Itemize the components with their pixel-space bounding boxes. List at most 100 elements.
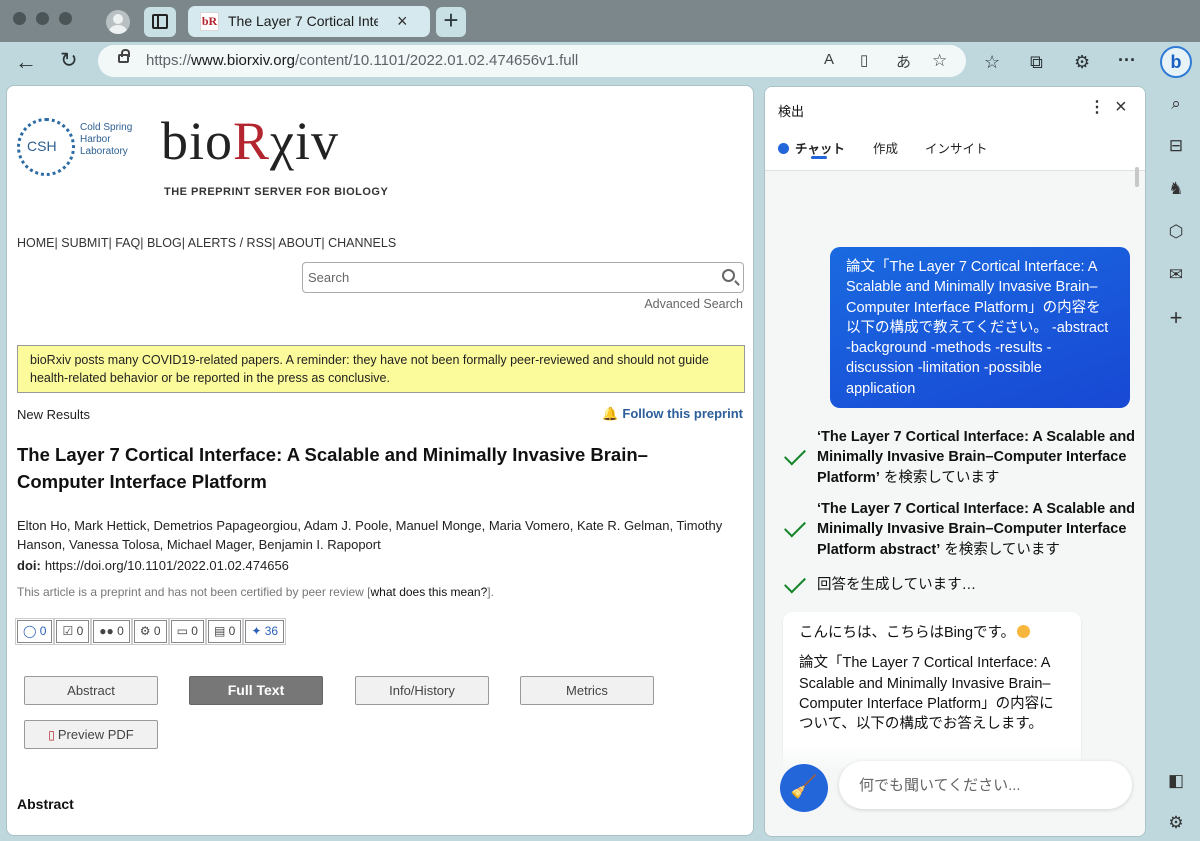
bing-chat-panel: 検出 ⋮ × チャット 作成 インサイト 論文「The Layer 7 Cort… — [764, 86, 1146, 837]
chat-header: 検出 ⋮ × チャット 作成 インサイト — [765, 87, 1145, 171]
gears-metric[interactable]: ⚙ 0 — [131, 618, 169, 645]
lock-icon[interactable] — [118, 49, 130, 63]
outlook-icon[interactable]: ✉ — [1164, 263, 1188, 287]
window-titlebar: bR The Layer 7 Cortical Interface: A Sca… — [0, 0, 1200, 42]
check-icon — [784, 443, 806, 466]
translate-icon[interactable]: あ — [896, 51, 911, 72]
close-window-button[interactable] — [13, 12, 26, 25]
user-message: 論文「The Layer 7 Cortical Interface: A Sca… — [830, 247, 1130, 408]
users-metric[interactable]: ●● 0 — [91, 618, 132, 645]
url-text[interactable]: https://www.biorxiv.org/content/10.1101/… — [146, 52, 578, 69]
search-input[interactable]: Search — [302, 262, 744, 293]
chat-scrollbar[interactable] — [1135, 167, 1139, 187]
extensions-icon[interactable]: ⚙ — [1074, 52, 1090, 72]
users-icon: ●● — [99, 624, 114, 638]
preprint-note: This article is a preprint and has not b… — [17, 585, 494, 599]
back-icon[interactable]: ← — [15, 51, 37, 73]
abstract-heading: Abstract — [17, 796, 74, 812]
tab-abstract[interactable]: Abstract — [24, 676, 158, 705]
advanced-search-link[interactable]: Advanced Search — [644, 297, 743, 311]
generating-step: 回答を生成しています… — [817, 577, 977, 593]
biorxiv-logo[interactable]: bioRχiv — [161, 110, 339, 172]
search-icon[interactable]: ⌕ — [1164, 92, 1188, 116]
favorites-icon[interactable]: ☆ — [984, 52, 1000, 72]
twitter-metric[interactable]: ✦ 36 — [243, 618, 287, 645]
tab-chat[interactable]: チャット — [778, 138, 845, 157]
games-icon[interactable]: ♞ — [1164, 177, 1188, 201]
comments-metric[interactable]: ◯ 0 — [14, 618, 55, 645]
tab-full-text[interactable]: Full Text — [189, 676, 323, 705]
article-title: The Layer 7 Cortical Interface: A Scalab… — [17, 444, 648, 492]
tab-info-history[interactable]: Info/History — [355, 676, 489, 705]
active-tab-indicator — [811, 156, 827, 159]
more-icon[interactable]: ⋮ — [1089, 97, 1105, 117]
immersive-reader-icon[interactable]: ▯ — [860, 51, 868, 69]
tab-actions-icon — [152, 14, 168, 29]
minimize-window-button[interactable] — [36, 12, 49, 25]
reload-icon[interactable]: ↻ — [60, 50, 78, 71]
chat-input[interactable]: 何でも聞いてください... — [839, 761, 1132, 809]
browser-toolbar: ← ↻ https://www.biorxiv.org/content/10.1… — [0, 42, 1200, 84]
covid-notice: bioRxiv posts many COVID19-related paper… — [17, 345, 745, 393]
close-icon[interactable]: × — [1115, 96, 1127, 119]
bot-greeting: こんにちは、こちらはBingです。 — [799, 623, 1065, 643]
nav-submit[interactable]: SUBMIT — [61, 236, 108, 250]
film-metric[interactable]: ▤ 0 — [205, 618, 244, 645]
nav-channels[interactable]: CHANNELS — [328, 236, 396, 250]
add-favorite-icon[interactable]: ☆ — [932, 51, 947, 71]
bell-icon: 🔔 — [602, 406, 619, 421]
film-icon: ▤ — [213, 624, 226, 638]
split-screen-icon[interactable]: ◧ — [1164, 769, 1188, 793]
csh-logo-text[interactable]: Cold Spring Harbor Laboratory — [80, 122, 140, 158]
article-authors: Elton Ho, Mark Hettick, Demetrios Papage… — [17, 518, 723, 552]
article-metrics-bar: ◯ 0 ☑ 0 ●● 0 ⚙ 0 ▭ 0 ▤ 0 ✦ 36 — [14, 618, 288, 645]
read-aloud-icon[interactable]: A — [824, 51, 834, 68]
tab-insights[interactable]: インサイト — [925, 138, 988, 157]
tools-icon[interactable]: ⊟ — [1164, 134, 1188, 158]
more-options-icon[interactable]: ··· — [1118, 50, 1136, 70]
bing-chat-button[interactable]: b — [1160, 46, 1192, 78]
tab-compose[interactable]: 作成 — [873, 138, 898, 157]
new-topic-broom-icon[interactable]: 🧹 — [780, 764, 828, 812]
search-icon[interactable] — [722, 269, 735, 282]
office-icon[interactable]: ⬡ — [1164, 220, 1188, 244]
tab-metrics[interactable]: Metrics — [520, 676, 654, 705]
tab-actions-button[interactable] — [144, 7, 176, 37]
nav-alerts-rss[interactable]: ALERTS / RSS — [188, 236, 273, 250]
settings-icon[interactable]: ⚙ — [1164, 811, 1188, 835]
add-icon[interactable]: + — [1164, 306, 1188, 330]
address-bar[interactable]: https://www.biorxiv.org/content/10.1101/… — [98, 45, 966, 77]
smile-emoji-icon — [1017, 625, 1031, 638]
twitter-icon: ✦ — [251, 624, 262, 638]
gears-icon: ⚙ — [139, 624, 151, 638]
article-doi: doi: https://doi.org/10.1101/2022.01.02.4… — [17, 558, 289, 573]
search-placeholder: Search — [308, 270, 350, 285]
nav-faq[interactable]: FAQ — [115, 236, 140, 250]
check-icon — [784, 515, 806, 538]
preview-pdf-button[interactable]: ▯ Preview PDF — [24, 720, 158, 749]
nav-blog[interactable]: BLOG — [147, 236, 182, 250]
maximize-window-button[interactable] — [59, 12, 72, 25]
follow-preprint-link[interactable]: 🔔 Follow this preprint — [602, 406, 743, 422]
doi-link[interactable]: https://doi.org/10.1101/2022.01.02.47465… — [45, 558, 289, 573]
chat-panel-title: 検出 — [778, 104, 805, 119]
checklist-metric[interactable]: ☑ 0 — [54, 618, 92, 645]
nav-about[interactable]: ABOUT — [278, 236, 321, 250]
pdf-icon: ▯ — [48, 728, 55, 742]
csh-logo[interactable]: CSH — [17, 118, 75, 176]
check-icon — [784, 571, 806, 594]
new-tab-button[interactable]: + — [436, 7, 466, 37]
monitor-metric[interactable]: ▭ 0 — [168, 618, 206, 645]
nav-home[interactable]: HOME — [17, 236, 55, 250]
tab-title: The Layer 7 Cortical Interface: A Scalab… — [228, 13, 378, 29]
web-page: CSH Cold Spring Harbor Laboratory bioRχi… — [6, 85, 754, 836]
main-nav: HOME| SUBMIT| FAQ| BLOG| ALERTS / RSS| A… — [17, 236, 397, 250]
tab-close-icon[interactable]: × — [397, 11, 408, 32]
collections-icon[interactable]: ⧉ — [1030, 52, 1043, 72]
checklist-icon: ☑ — [62, 624, 74, 638]
browser-tab-active[interactable]: bR The Layer 7 Cortical Interface: A Sca… — [188, 6, 430, 37]
bing-chat-icon — [778, 143, 789, 154]
comment-icon: ◯ — [23, 624, 37, 638]
profile-avatar-icon[interactable] — [106, 10, 130, 34]
what-does-this-mean-link[interactable]: what does this mean? — [371, 585, 488, 599]
